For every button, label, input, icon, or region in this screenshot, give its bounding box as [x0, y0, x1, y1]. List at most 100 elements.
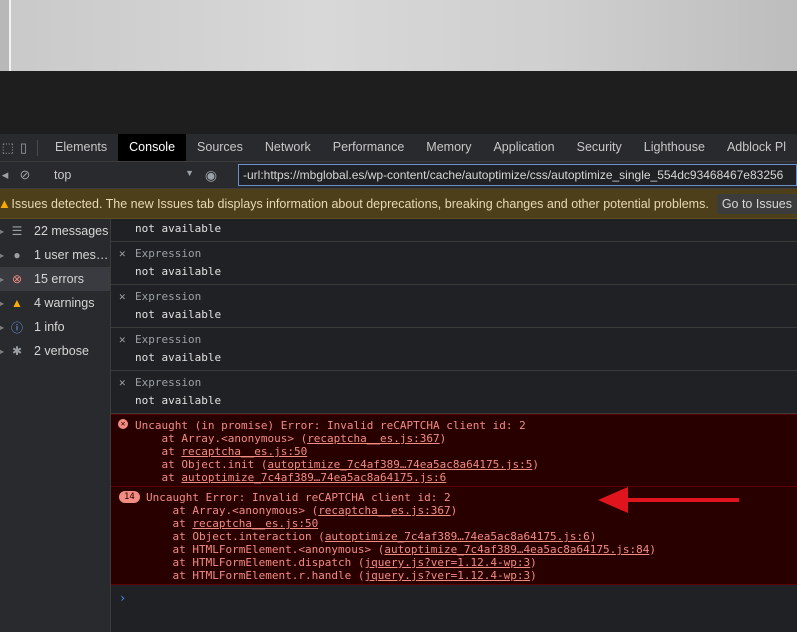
issues-banner: ▲ Issues detected. The new Issues tab di…: [0, 189, 797, 219]
tab-memory[interactable]: Memory: [415, 134, 482, 161]
frame-text: at Object.init (: [135, 458, 268, 471]
prompt-chevron-icon: ›: [119, 591, 127, 605]
frame-text: at: [135, 445, 182, 458]
frame-text: at Array.<anonymous> (: [146, 504, 319, 517]
error-icon: ⊗: [11, 272, 23, 286]
tab-elements[interactable]: Elements: [44, 134, 118, 161]
repeat-count-badge: 14: [119, 491, 140, 503]
console-output: not available ✕ Expression not available…: [111, 219, 797, 632]
expression-value: not available: [135, 308, 222, 321]
expression-label[interactable]: Expression: [135, 245, 797, 263]
frame-text: at: [135, 471, 182, 484]
expression-row: ✕ Expression not available: [111, 242, 797, 285]
warning-icon: ▲: [0, 196, 11, 211]
user-icon: ●: [13, 248, 21, 262]
frame-text: ): [450, 504, 458, 517]
photo-edge: [0, 0, 9, 71]
close-icon[interactable]: ✕: [119, 290, 126, 303]
eye-icon[interactable]: ◉: [194, 167, 228, 184]
source-link[interactable]: jquery.js?ver=1.12.4-wp:3: [365, 569, 531, 582]
frame-text: at HTMLFormElement.<anonymous> (: [146, 543, 385, 556]
expression-row: ✕ Expression not available: [111, 328, 797, 371]
console-prompt[interactable]: ›: [111, 591, 797, 605]
expression-row: ✕ Expression not available: [111, 285, 797, 328]
expression-row: ✕ Expression not available: [111, 371, 797, 414]
sidebar-item-info[interactable]: ▶ ⓘ 1 info: [0, 315, 110, 339]
close-icon[interactable]: ✕: [119, 333, 126, 346]
frame-text: at: [146, 517, 193, 530]
context-selector[interactable]: top ▼: [54, 168, 194, 182]
expression-label[interactable]: Expression: [135, 374, 797, 392]
sidebar-item-label: 22 messages: [34, 224, 109, 238]
tab-console[interactable]: Console: [118, 134, 187, 161]
tab-network[interactable]: Network: [254, 134, 322, 161]
frame-text: ): [439, 432, 447, 445]
stack-frame: at HTMLFormElement.r.handle (jquery.js?v…: [146, 569, 797, 582]
tab-sources[interactable]: Sources: [186, 134, 254, 161]
source-link[interactable]: recaptcha__es.js:50: [192, 517, 318, 530]
error-title: Uncaught (in promise) Error: Invalid reC…: [135, 419, 526, 432]
issues-message: Issues detected. The new Issues tab disp…: [11, 196, 709, 211]
source-link[interactable]: autoptimize_7c4af389…74ea5ac8a64175.js:6: [325, 530, 590, 543]
red-arrow-annotation: [598, 487, 739, 513]
console-sidebar: ▶ ☰ 22 messages ▶ ● 1 user mes… ▶ ⊗ 15 e…: [0, 219, 111, 632]
expression-label[interactable]: Expression: [135, 331, 797, 349]
tab-application[interactable]: Application: [482, 134, 565, 161]
stack-frame: at HTMLFormElement.<anonymous> (autoptim…: [146, 543, 797, 556]
frame-text: at Object.interaction (: [146, 530, 325, 543]
expression-value: not available: [135, 394, 222, 407]
device-toolbar-icon[interactable]: ▯: [16, 140, 32, 156]
frame-text: ): [649, 543, 656, 556]
tab-security[interactable]: Security: [566, 134, 633, 161]
inspect-element-icon[interactable]: ⬚: [0, 140, 16, 156]
sidebar-item-user-messages[interactable]: ▶ ● 1 user mes…: [0, 243, 110, 267]
source-link[interactable]: recaptcha__es.js:367: [318, 504, 450, 517]
sidebar-item-label: 15 errors: [34, 272, 85, 286]
source-link[interactable]: autoptimize_7c4af389…74ea5ac8a64175.js:5: [267, 458, 532, 471]
frame-text: ): [589, 530, 597, 543]
frame-text: at Array.<anonymous> (: [135, 432, 308, 445]
sidebar-item-label: 1 info: [34, 320, 65, 334]
sidebar-item-verbose[interactable]: ▶ ✱ 2 verbose: [0, 339, 110, 363]
frame-text: ): [530, 569, 537, 582]
sidebar-item-messages[interactable]: ▶ ☰ 22 messages: [0, 219, 110, 243]
stack-frame: at recaptcha__es.js:50: [135, 445, 797, 458]
tab-separator: [37, 139, 39, 156]
sidebar-toggle-icon[interactable]: ◂: [0, 167, 10, 183]
expression-value: not available: [135, 265, 222, 278]
console-toolbar: ◂ ⊘ top ▼ ◉ -url:https://mbglobal.es/wp-…: [0, 162, 797, 189]
stack-frame: at recaptcha__es.js:50: [146, 517, 797, 530]
sidebar-item-label: 2 verbose: [34, 344, 89, 358]
source-link[interactable]: jquery.js?ver=1.12.4-wp:3: [365, 556, 531, 569]
warning-icon: ▲: [11, 296, 23, 310]
sidebar-item-label: 1 user mes…: [34, 248, 109, 262]
source-link[interactable]: recaptcha__es.js:50: [181, 445, 307, 458]
frame-text: ): [532, 458, 539, 471]
go-to-issues-button[interactable]: Go to Issues: [716, 193, 797, 214]
stack-frame: at Object.init (autoptimize_7c4af389…74e…: [135, 458, 797, 471]
error-icon: ✕: [118, 419, 128, 429]
context-label: top: [54, 168, 72, 182]
sidebar-item-warnings[interactable]: ▶ ▲ 4 warnings: [0, 291, 110, 315]
stack-frame: at Array.<anonymous> (recaptcha__es.js:3…: [135, 432, 797, 445]
filter-input[interactable]: -url:https://mbglobal.es/wp-content/cach…: [238, 164, 797, 186]
expression-value: not available: [135, 351, 222, 364]
close-icon[interactable]: ✕: [119, 376, 126, 389]
clear-console-icon[interactable]: ⊘: [10, 167, 40, 183]
arrow-head: [598, 487, 628, 513]
stack-frame: at autoptimize_7c4af389…74ea5ac8a64175.j…: [135, 471, 797, 484]
tab-adblock[interactable]: Adblock Pl: [716, 134, 797, 161]
source-link[interactable]: autoptimize_7c4af389…4ea5ac8a64175.js:84: [384, 543, 649, 556]
stack-frame: at HTMLFormElement.dispatch (jquery.js?v…: [146, 556, 797, 569]
chevron-down-icon: ▼: [185, 168, 194, 178]
expression-label[interactable]: Expression: [135, 288, 797, 306]
sidebar-item-errors[interactable]: ▶ ⊗ 15 errors: [0, 267, 110, 291]
tab-performance[interactable]: Performance: [322, 134, 416, 161]
close-icon[interactable]: ✕: [119, 247, 126, 260]
source-link[interactable]: recaptcha__es.js:367: [307, 432, 439, 445]
tab-lighthouse[interactable]: Lighthouse: [633, 134, 716, 161]
stack-frame: at Object.interaction (autoptimize_7c4af…: [146, 530, 797, 543]
sidebar-item-label: 4 warnings: [34, 296, 95, 310]
expression-value: not available: [135, 222, 222, 235]
source-link[interactable]: autoptimize_7c4af389…74ea5ac8a64175.js:6: [181, 471, 446, 484]
